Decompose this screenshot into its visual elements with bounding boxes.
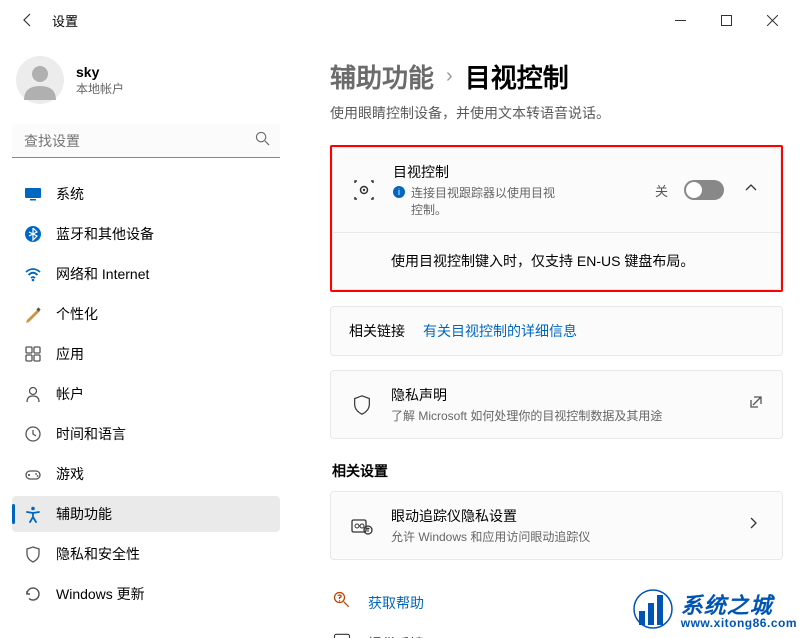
- eye-control-subtitle: 连接目视跟踪器以使用目视控制。: [411, 184, 561, 218]
- related-settings-heading: 相关设置: [332, 461, 783, 481]
- sidebar-item-label: 时间和语言: [56, 424, 126, 444]
- sidebar-item-label: 系统: [56, 184, 84, 204]
- feedback-link[interactable]: 提供反馈: [368, 634, 424, 638]
- chevron-right-icon: [742, 512, 764, 539]
- page-description: 使用眼睛控制设备，并使用文本转语音说话。: [330, 103, 783, 123]
- watermark-logo-icon: [633, 589, 673, 629]
- related-links-label: 相关链接: [349, 321, 405, 341]
- sidebar-item-label: 隐私和安全性: [56, 544, 140, 564]
- sidebar-item-label: 辅助功能: [56, 504, 112, 524]
- time-icon: [24, 425, 42, 443]
- help-icon: [332, 590, 352, 615]
- system-icon: [24, 185, 42, 203]
- get-help-link[interactable]: 获取帮助: [368, 593, 424, 613]
- open-external-icon[interactable]: [748, 394, 764, 415]
- user-section[interactable]: sky 本地帐户: [12, 48, 280, 124]
- eye-tracker-privacy-subtitle: 允许 Windows 和应用访问眼动追踪仪: [391, 528, 590, 545]
- avatar-icon: [16, 56, 64, 104]
- feedback-icon: [332, 631, 352, 638]
- eye-tracker-icon: [349, 514, 375, 538]
- watermark-url: www.xitong86.com: [681, 616, 797, 630]
- sidebar-item-apps[interactable]: 应用: [12, 336, 280, 372]
- watermark-title: 系统之城: [681, 593, 773, 618]
- page-title: 目视控制: [465, 58, 569, 95]
- account-icon: [24, 385, 42, 403]
- sidebar-item-gaming[interactable]: 游戏: [12, 456, 280, 492]
- user-name: sky: [76, 64, 124, 80]
- gaming-icon: [24, 465, 42, 483]
- sidebar-item-time[interactable]: 时间和语言: [12, 416, 280, 452]
- search-input[interactable]: [12, 124, 280, 158]
- sidebar-item-system[interactable]: 系统: [12, 176, 280, 212]
- eye-tracker-privacy-title: 眼动追踪仪隐私设置: [391, 506, 726, 526]
- toggle-state-label: 关: [655, 181, 668, 200]
- sidebar-item-label: Windows 更新: [56, 584, 145, 604]
- sidebar-item-label: 应用: [56, 344, 84, 364]
- breadcrumb-parent[interactable]: 辅助功能: [330, 58, 434, 95]
- sidebar-item-account[interactable]: 帐户: [12, 376, 280, 412]
- apps-icon: [24, 345, 42, 363]
- related-link[interactable]: 有关目视控制的详细信息: [423, 321, 577, 341]
- sidebar-item-privacy[interactable]: 隐私和安全性: [12, 536, 280, 572]
- chevron-right-icon: ›: [446, 65, 453, 88]
- sidebar-item-accessibility[interactable]: 辅助功能: [12, 496, 280, 532]
- maximize-button[interactable]: [703, 4, 749, 36]
- sidebar-item-update[interactable]: Windows 更新: [12, 576, 280, 612]
- collapse-button[interactable]: [740, 177, 762, 204]
- sidebar-item-personalize[interactable]: 个性化: [12, 296, 280, 332]
- privacy-icon: [24, 545, 42, 563]
- sidebar-item-label: 游戏: [56, 464, 84, 484]
- shield-icon: [349, 394, 375, 416]
- search-icon: [255, 131, 270, 151]
- update-icon: [24, 585, 42, 603]
- personalize-icon: [24, 305, 42, 323]
- eye-control-icon: [351, 178, 377, 202]
- watermark: 系统之城 www.xitong86.com: [629, 586, 801, 632]
- user-type: 本地帐户: [76, 80, 124, 97]
- sidebar-item-bluetooth[interactable]: 蓝牙和其他设备: [12, 216, 280, 252]
- sidebar-item-label: 蓝牙和其他设备: [56, 224, 154, 244]
- eye-control-note: 使用目视控制键入时，仅支持 EN-US 键盘布局。: [333, 233, 780, 289]
- minimize-button[interactable]: [657, 4, 703, 36]
- sidebar-item-label: 帐户: [56, 384, 84, 404]
- info-icon: i: [393, 186, 405, 198]
- highlighted-setting: 目视控制 i 连接目视跟踪器以使用目视控制。 关 使用目视控制键入时，仅支持 E…: [330, 145, 783, 292]
- back-button[interactable]: [12, 4, 44, 36]
- privacy-title: 隐私声明: [391, 385, 732, 405]
- wifi-icon: [24, 265, 42, 283]
- accessibility-icon: [24, 505, 42, 523]
- bluetooth-icon: [24, 225, 42, 243]
- breadcrumb: 辅助功能 › 目视控制: [330, 58, 783, 95]
- close-button[interactable]: [749, 4, 795, 36]
- eye-control-title: 目视控制: [393, 162, 639, 182]
- sidebar-item-label: 网络和 Internet: [56, 264, 149, 284]
- eye-control-toggle[interactable]: [684, 180, 724, 200]
- privacy-subtitle: 了解 Microsoft 如何处理你的目视控制数据及其用途: [391, 407, 662, 424]
- sidebar-item-wifi[interactable]: 网络和 Internet: [12, 256, 280, 292]
- eye-tracker-privacy-item[interactable]: 眼动追踪仪隐私设置 允许 Windows 和应用访问眼动追踪仪: [331, 492, 782, 559]
- sidebar-item-label: 个性化: [56, 304, 98, 324]
- app-title: 设置: [52, 11, 78, 30]
